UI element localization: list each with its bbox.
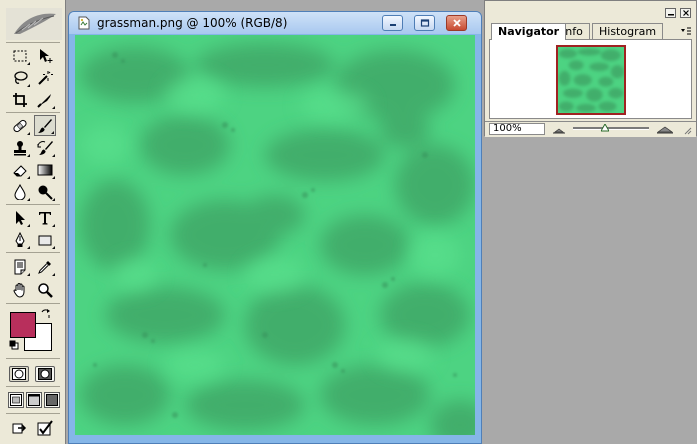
quick-mask-icon bbox=[38, 368, 52, 380]
path-selection-arrow-icon bbox=[16, 210, 25, 225]
rectangle-shape-tool[interactable] bbox=[34, 229, 56, 250]
bandage-icon bbox=[13, 119, 27, 132]
eyedropper-icon bbox=[38, 260, 51, 274]
history-brush-icon bbox=[37, 140, 53, 155]
magic-wand-tool[interactable] bbox=[34, 67, 56, 88]
slice-knife-icon bbox=[37, 93, 51, 108]
tab-navigator[interactable]: Navigator bbox=[491, 23, 567, 40]
dodge-icon bbox=[38, 185, 53, 200]
standard-screen-mode-button[interactable] bbox=[8, 392, 24, 408]
panel-minimize-button[interactable] bbox=[665, 8, 676, 18]
document-title: grassman.png @ 100% (RGB/8) bbox=[97, 16, 288, 30]
panel-close-button[interactable] bbox=[680, 8, 691, 18]
grass-texture-image bbox=[75, 35, 475, 435]
notes-tool[interactable] bbox=[9, 256, 31, 277]
gradient-icon bbox=[37, 164, 53, 175]
zoom-out-icon[interactable] bbox=[551, 124, 567, 134]
lasso-icon bbox=[14, 70, 28, 84]
full-screen-menu-mode-button[interactable] bbox=[26, 392, 42, 408]
panel-resize-grip-icon[interactable] bbox=[684, 125, 692, 135]
standard-screen-icon bbox=[10, 394, 22, 406]
history-brush-tool[interactable] bbox=[34, 137, 56, 158]
panel-titlebar[interactable] bbox=[485, 1, 696, 21]
type-t-icon bbox=[39, 211, 51, 224]
navigator-thumbnail[interactable] bbox=[556, 45, 626, 115]
path-selection-tool[interactable] bbox=[9, 207, 31, 228]
notes-icon bbox=[14, 259, 26, 274]
navigator-thumbnail-image bbox=[558, 47, 624, 113]
navigator-zoom-bar: 100% bbox=[485, 121, 696, 137]
image-canvas[interactable] bbox=[75, 35, 475, 435]
marquee-icon bbox=[13, 50, 27, 61]
gradient-tool[interactable] bbox=[34, 159, 56, 180]
maximize-icon bbox=[420, 19, 429, 27]
slice-tool[interactable] bbox=[34, 89, 56, 110]
close-button[interactable] bbox=[446, 15, 467, 31]
navigator-preview-area bbox=[489, 39, 692, 119]
foreground-color-swatch[interactable] bbox=[10, 312, 36, 338]
pen-tool[interactable] bbox=[9, 229, 31, 250]
app-logo-feather-icon[interactable] bbox=[6, 8, 62, 40]
swap-colors-icon[interactable] bbox=[40, 308, 52, 320]
quick-mask-mode-button[interactable] bbox=[35, 366, 55, 382]
stamp-icon bbox=[14, 140, 26, 155]
full-screen-icon bbox=[46, 394, 58, 406]
magic-wand-icon bbox=[38, 70, 53, 85]
jump-to-imageready-button[interactable] bbox=[9, 417, 31, 438]
hand-tool[interactable] bbox=[9, 279, 31, 300]
zoom-in-icon[interactable] bbox=[656, 124, 674, 134]
tab-histogram[interactable]: Histogram bbox=[592, 23, 664, 39]
minimize-icon bbox=[667, 14, 674, 16]
full-screen-mode-button[interactable] bbox=[44, 392, 60, 408]
png-file-icon bbox=[78, 16, 90, 30]
eyedropper-tool[interactable] bbox=[34, 256, 56, 277]
navigator-panel: Navigator Info Histogram 100% bbox=[484, 0, 697, 137]
lasso-tool[interactable] bbox=[9, 67, 31, 88]
rectangle-shape-icon bbox=[38, 235, 52, 245]
imageready-checkmark-icon bbox=[37, 419, 53, 435]
panel-menu-icon[interactable] bbox=[680, 26, 692, 36]
magnifier-icon bbox=[38, 282, 53, 298]
type-tool[interactable] bbox=[34, 207, 56, 228]
standard-mode-icon bbox=[12, 368, 26, 380]
dodge-tool[interactable] bbox=[34, 181, 56, 202]
pen-nib-icon bbox=[15, 231, 25, 247]
move-arrow-icon bbox=[40, 48, 53, 63]
toolbox-panel bbox=[0, 0, 66, 444]
document-window: grassman.png @ 100% (RGB/8) bbox=[68, 11, 482, 444]
maximize-button[interactable] bbox=[414, 15, 435, 31]
hand-icon bbox=[13, 282, 25, 298]
clone-stamp-tool[interactable] bbox=[9, 137, 31, 158]
default-colors-icon[interactable] bbox=[9, 340, 19, 350]
standard-mode-button[interactable] bbox=[9, 366, 29, 382]
zoom-tool[interactable] bbox=[34, 279, 56, 300]
imageready-icon[interactable] bbox=[34, 417, 56, 438]
water-drop-icon bbox=[14, 183, 26, 200]
close-icon bbox=[452, 19, 461, 27]
minimize-button[interactable] bbox=[382, 15, 403, 31]
minimize-icon bbox=[389, 24, 396, 26]
healing-brush-tool[interactable] bbox=[9, 115, 31, 136]
brush-tool[interactable] bbox=[34, 115, 56, 136]
move-tool[interactable] bbox=[34, 45, 56, 66]
full-screen-menu-icon bbox=[28, 394, 40, 406]
close-icon bbox=[682, 10, 689, 16]
zoom-slider-thumb[interactable] bbox=[600, 122, 610, 132]
crop-icon bbox=[13, 92, 27, 107]
rectangular-marquee-tool[interactable] bbox=[9, 45, 31, 66]
eraser-icon bbox=[13, 164, 27, 176]
document-titlebar[interactable]: grassman.png @ 100% (RGB/8) bbox=[69, 12, 481, 34]
jump-arrow-icon bbox=[12, 423, 27, 433]
zoom-percentage-field[interactable]: 100% bbox=[489, 123, 545, 135]
eraser-tool[interactable] bbox=[9, 159, 31, 180]
zoom-slider-track[interactable] bbox=[573, 122, 649, 132]
crop-tool[interactable] bbox=[9, 89, 31, 110]
blur-tool[interactable] bbox=[9, 181, 31, 202]
